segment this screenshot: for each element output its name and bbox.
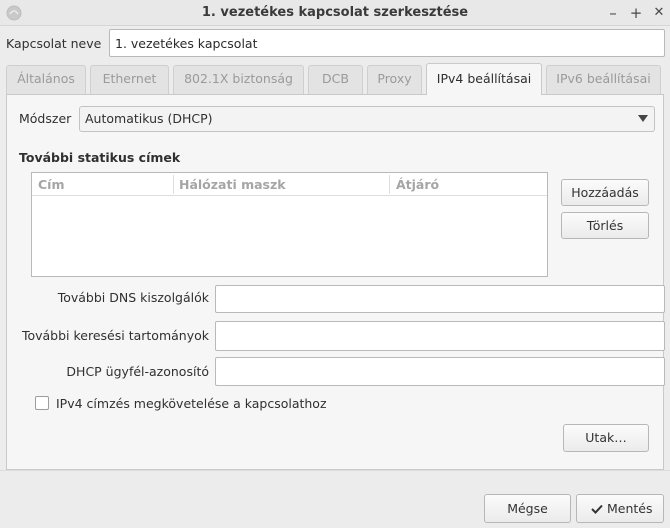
column-header-address[interactable]: Cím <box>32 173 173 196</box>
minimize-button[interactable]: – <box>603 3 623 23</box>
tab-proxy[interactable]: Proxy <box>367 65 422 94</box>
tab-general[interactable]: Általános <box>6 65 86 94</box>
static-addresses-heading: További statikus címek <box>19 150 181 165</box>
search-domains-input[interactable] <box>215 321 665 351</box>
column-separator <box>389 175 390 194</box>
cancel-button[interactable]: Mégse <box>484 494 571 523</box>
method-label: Módszer <box>19 111 72 126</box>
method-value: Automatikus (DHCP) <box>85 111 213 126</box>
search-domains-label: További keresési tartományok <box>21 328 209 343</box>
tab-ethernet[interactable]: Ethernet <box>90 65 169 94</box>
window-title: 1. vezetékes kapcsolat szerkesztése <box>201 5 469 20</box>
dhcp-client-id-label: DHCP ügyfél-azonosító <box>66 364 209 379</box>
checkmark-icon <box>591 504 603 514</box>
column-separator <box>173 175 174 194</box>
footer-separator <box>0 470 670 471</box>
tab-ipv4-settings[interactable]: IPv4 beállításai <box>426 63 542 95</box>
tab-8021x-security[interactable]: 802.1X biztonság <box>173 65 304 94</box>
connection-name-label: Kapcsolat neve <box>6 36 102 51</box>
require-ipv4-checkbox[interactable] <box>35 396 49 410</box>
column-header-gateway[interactable]: Átjáró <box>390 173 547 196</box>
require-ipv4-label[interactable]: IPv4 címzés megkövetelése a kapcsolathoz <box>56 396 327 411</box>
maximize-button[interactable]: + <box>626 3 646 23</box>
dns-servers-input[interactable] <box>215 285 665 313</box>
dns-servers-label: További DNS kiszolgálók <box>57 290 209 305</box>
connection-name-input[interactable] <box>109 29 665 57</box>
add-address-button[interactable]: Hozzáadás <box>561 179 649 206</box>
tab-ipv6-settings[interactable]: IPv6 beállításai <box>546 65 661 94</box>
dropdown-arrow-icon <box>638 115 648 122</box>
close-button[interactable]: ✕ <box>649 3 669 23</box>
save-button-label: Mentés <box>607 501 653 516</box>
tab-dcb[interactable]: DCB <box>308 65 363 94</box>
dhcp-client-id-input[interactable] <box>215 357 665 386</box>
routes-button[interactable]: Utak… <box>563 424 649 452</box>
column-header-netmask[interactable]: Hálózati maszk <box>173 173 390 196</box>
delete-address-button[interactable]: Törlés <box>561 212 649 239</box>
save-button[interactable]: Mentés <box>576 494 664 523</box>
